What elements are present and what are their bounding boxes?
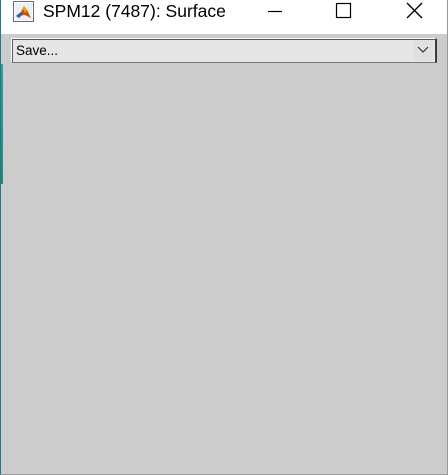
figure-window: SPM12 (7487): Surface Save... (0, 0, 448, 475)
chevron-down-icon (417, 46, 429, 53)
close-icon (406, 2, 423, 19)
dropdown-selected-value: Save... (16, 43, 59, 58)
title-bar[interactable]: SPM12 (7487): Surface (1, 0, 447, 23)
save-dropdown[interactable]: Save... (11, 38, 437, 63)
maximize-icon (335, 2, 352, 19)
maximize-button[interactable] (320, 0, 366, 23)
minimize-button[interactable] (251, 0, 297, 23)
figure-canvas[interactable] (4, 34, 447, 474)
matlab-icon (13, 1, 34, 22)
window-title: SPM12 (7487): Surface (43, 1, 226, 21)
window-edge-accent (1, 64, 3, 184)
minimize-icon (268, 10, 282, 13)
close-button[interactable] (391, 0, 437, 23)
dropdown-toggle[interactable] (413, 40, 433, 61)
